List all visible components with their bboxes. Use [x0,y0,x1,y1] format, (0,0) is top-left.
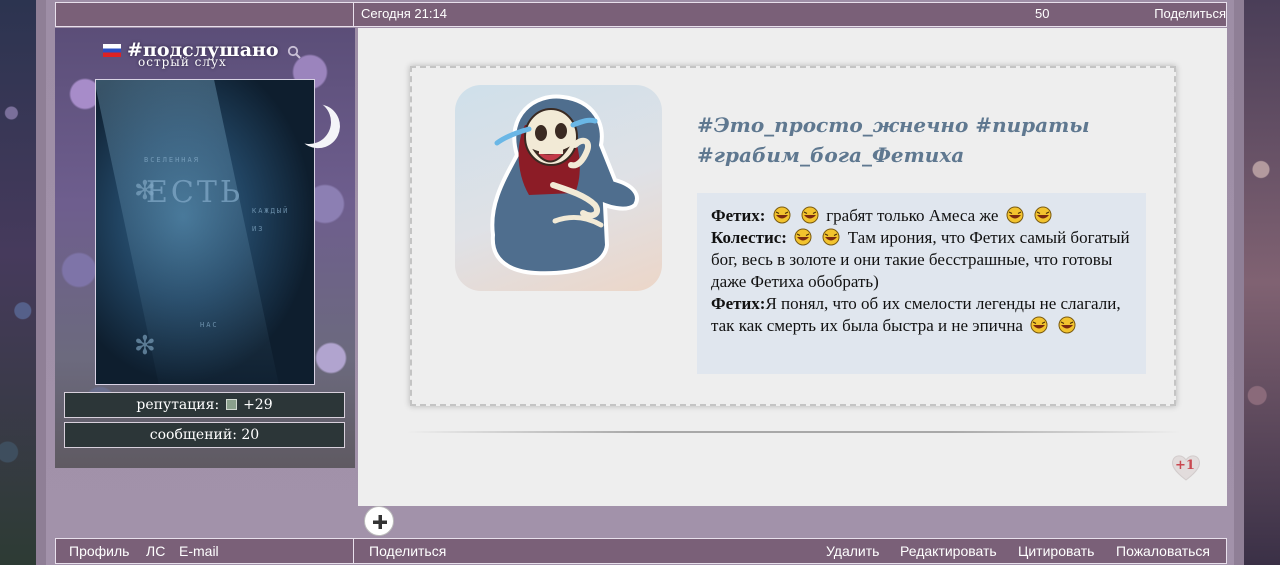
messages-box: сообщений: 20 [64,422,345,448]
messages-value: 20 [241,427,260,443]
avatar-word: ЕСТЬ [146,175,244,210]
quote-speaker-2: Колестис: [711,228,787,247]
post-date: Сегодня 21:14 [361,6,447,21]
laughing-emoji-icon [1034,206,1052,224]
avatar-star-icon: ✻ [134,330,156,360]
share-link-bottom[interactable]: Поделиться [369,543,446,559]
author-sidebar: #подслушано острый слух ВСЕЛЕННАЯ ✻ ЕСТЬ… [55,28,355,468]
laughing-emoji-icon [801,206,819,224]
reputation-box: репутация: +29 [64,392,345,418]
like-button[interactable]: +1 [1170,452,1202,482]
quote-link[interactable]: Цитировать [1018,543,1094,559]
post-tags: #Это_просто_жнечно #пираты #грабим_бога_… [697,110,1157,170]
laughing-emoji-icon [1058,316,1076,334]
post-body: #Это_просто_жнечно #пираты #грабим_бога_… [358,28,1227,506]
post-number[interactable]: 50 [1035,6,1049,21]
laughing-emoji-icon [794,228,812,246]
reputation-label: репутация: [136,397,220,413]
search-icon[interactable] [287,45,301,59]
reputation-plus-icon[interactable] [225,399,237,410]
laughing-emoji-icon [822,228,840,246]
post-footer-bar: Профиль ЛС E-mail Поделиться Удалить Ред… [55,538,1227,564]
avatar-text-bottom: НАС [200,321,219,329]
post-divider [406,431,1181,433]
quote-speaker-3: Фетих: [711,294,766,313]
add-button[interactable] [364,506,394,536]
share-link-top[interactable]: Поделиться [1154,6,1226,21]
pm-link[interactable]: ЛС [146,543,165,559]
quote-text-1: грабят только Амеса же [826,206,999,225]
report-link[interactable]: Пожаловаться [1116,543,1210,559]
russia-flag-icon [103,44,121,57]
edit-link[interactable]: Редактировать [900,543,997,559]
avatar-text-right1: КАЖДЫЙ [252,207,290,215]
reputation-value: +29 [243,397,273,413]
background-left [0,0,38,565]
author-subtitle: острый слух [138,55,227,69]
avatar-text-top: ВСЕЛЕННАЯ [144,156,200,164]
skeleton-sticker-image [455,85,662,291]
post-tags-line2: #грабим_бога_Фетиха [697,143,965,167]
plus-icon [373,515,387,529]
laughing-emoji-icon [773,206,791,224]
post-quote: Фетих: грабят только Амеса же Колестис: … [697,193,1146,374]
post-card: #Это_просто_жнечно #пираты #грабим_бога_… [410,66,1176,406]
like-count: +1 [1175,458,1195,473]
laughing-emoji-icon [1006,206,1024,224]
email-link[interactable]: E-mail [179,543,219,559]
post-header-author-cell [56,3,354,26]
avatar-text-right2: ИЗ [252,225,265,233]
laughing-emoji-icon [1030,316,1048,334]
post-tags-line1: #Это_просто_жнечно #пираты [697,113,1090,137]
background-right [1242,0,1280,565]
post-header-bar: Сегодня 21:14 50 Поделиться [55,2,1227,27]
quote-speaker-1: Фетих: [711,206,766,225]
profile-link[interactable]: Профиль [69,543,129,559]
avatar[interactable]: ВСЕЛЕННАЯ ✻ ЕСТЬ КАЖДЫЙ ИЗ НАС ✻ [95,79,315,385]
delete-link[interactable]: Удалить [826,543,879,559]
messages-label: сообщений: [149,427,237,443]
